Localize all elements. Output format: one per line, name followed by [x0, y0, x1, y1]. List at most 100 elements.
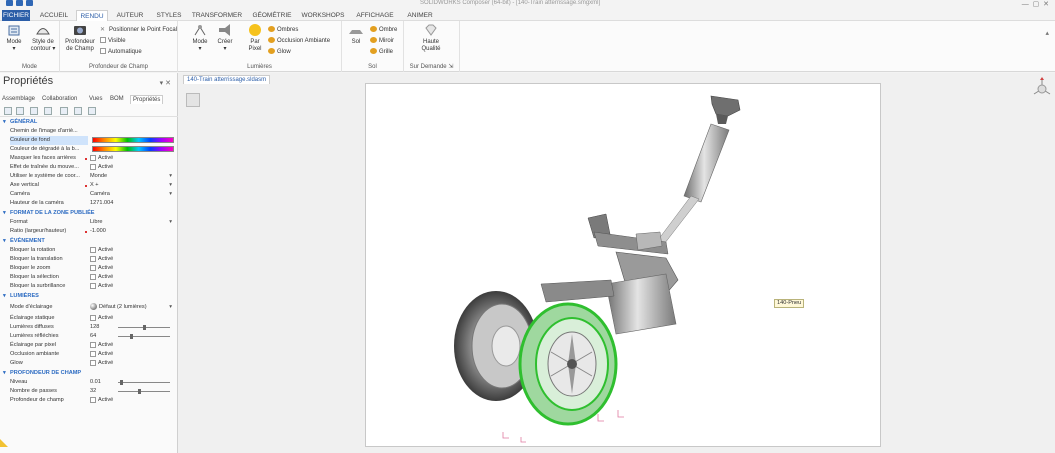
- edit-icon[interactable]: [74, 107, 82, 115]
- property-value[interactable]: 128: [90, 323, 99, 332]
- property-checkbox[interactable]: Activé: [90, 255, 113, 264]
- slider-knob[interactable]: [142, 325, 146, 330]
- property-checkbox[interactable]: Activé: [90, 246, 113, 255]
- dialog-launcher-icon[interactable]: ⇲: [448, 64, 453, 70]
- panel-pin-close-icon[interactable]: ▾ ✕: [160, 79, 171, 87]
- property-checkbox[interactable]: Activé: [90, 163, 113, 172]
- property-row[interactable]: Niveau 0.01: [0, 378, 178, 387]
- tab-styles[interactable]: STYLES: [152, 10, 186, 21]
- dropdown-arrow-icon[interactable]: ▾: [169, 172, 172, 181]
- tab-rendu[interactable]: RENDU: [76, 10, 108, 21]
- tab-animer[interactable]: ANIMER: [402, 10, 438, 21]
- mode-button[interactable]: Mode ▾: [4, 23, 24, 53]
- options-icon[interactable]: [44, 107, 52, 115]
- property-value[interactable]: 1271.004: [90, 199, 113, 208]
- property-row[interactable]: Bloquer la surbrillance Activé: [0, 282, 178, 291]
- section-profondeur[interactable]: ▾ PROFONDEUR DE CHAMP: [0, 369, 178, 378]
- property-value[interactable]: Monde: [90, 172, 107, 181]
- property-row[interactable]: Caméra Caméra ▾: [0, 190, 178, 199]
- part-callout-label[interactable]: 140-Pneu: [774, 299, 805, 308]
- redo-icon[interactable]: [26, 0, 33, 6]
- slider-knob[interactable]: [137, 389, 141, 394]
- property-value-wrap[interactable]: Défaut (2 lumières): [90, 301, 147, 313]
- property-checkbox[interactable]: Activé: [90, 273, 113, 282]
- undo-icon[interactable]: [16, 0, 23, 6]
- section-evenement[interactable]: ▾ ÉVÉNEMENT: [0, 237, 178, 246]
- property-row[interactable]: Bloquer la sélection Activé: [0, 273, 178, 282]
- sort-icon[interactable]: [16, 107, 24, 115]
- tab-workshops[interactable]: WORKSHOPS: [300, 10, 346, 21]
- slider-track[interactable]: [118, 325, 170, 330]
- visible-checkbox[interactable]: Visible: [100, 37, 126, 45]
- categorized-icon[interactable]: [4, 107, 12, 115]
- property-row[interactable]: Ratio (largeur/hauteur) -1.000: [0, 227, 178, 236]
- section-general[interactable]: ▾ GÉNÉRAL: [0, 118, 178, 127]
- glow-button[interactable]: Glow: [268, 48, 291, 56]
- dropdown-arrow-icon[interactable]: ▾: [169, 301, 172, 313]
- ombres-button[interactable]: Ombres: [268, 26, 298, 34]
- miroir-button[interactable]: Miroir: [370, 37, 394, 45]
- gradient-color-swatch[interactable]: [92, 146, 174, 152]
- property-value[interactable]: Libre: [90, 218, 102, 227]
- tab-collaboration[interactable]: Collaboration: [42, 95, 77, 104]
- property-checkbox[interactable]: Activé: [90, 282, 113, 291]
- property-row[interactable]: Utiliser le système de coor... Monde ▾: [0, 172, 178, 181]
- tab-transformer[interactable]: TRANSFORMER: [190, 10, 244, 21]
- section-format[interactable]: ▾ FORMAT DE LA ZONE PUBLIÉE: [0, 209, 178, 218]
- dof-button[interactable]: Profondeur de Champ: [62, 23, 98, 53]
- tab-affichage[interactable]: AFFICHAGE: [352, 10, 398, 21]
- property-checkbox[interactable]: Activé: [90, 396, 113, 405]
- tab-proprietes[interactable]: Propriétés: [130, 95, 164, 104]
- window-controls[interactable]: — ▢ ✕: [1022, 0, 1049, 8]
- sol-button[interactable]: Sol: [346, 23, 366, 46]
- tab-vues[interactable]: Vues: [89, 95, 102, 104]
- quick-access-toolbar[interactable]: [6, 0, 46, 8]
- property-value[interactable]: 32: [90, 387, 96, 396]
- property-value[interactable]: 0.01: [90, 378, 101, 387]
- top-bracket[interactable]: [710, 95, 741, 124]
- property-row[interactable]: Bloquer le zoom Activé: [0, 264, 178, 273]
- position-focal-button[interactable]: ✕ Positionner le Point Focal: [100, 26, 177, 34]
- property-checkbox[interactable]: Activé: [90, 341, 113, 350]
- property-row[interactable]: Occlusion ambiante Activé: [0, 350, 178, 359]
- section-lumieres[interactable]: ▾ LUMIÈRES: [0, 292, 178, 301]
- tab-bom[interactable]: BOM: [110, 95, 124, 104]
- property-row[interactable]: Hauteur de la caméra 1271.004: [0, 199, 178, 208]
- view-toolbar-icon[interactable]: [186, 93, 200, 107]
- ribbon-collapse-icon[interactable]: ▴: [1045, 29, 1049, 37]
- property-row[interactable]: Lumières réfléchies 64: [0, 332, 178, 341]
- tab-accueil[interactable]: ACCUEIL: [36, 10, 72, 21]
- tab-assemblage[interactable]: Assemblage: [2, 95, 35, 104]
- tab-fichier[interactable]: FICHIER: [2, 10, 30, 21]
- property-row[interactable]: Éclairage statique Activé: [0, 314, 178, 323]
- property-row[interactable]: Effet de traînée du mouve... Activé: [0, 163, 178, 172]
- reset-icon[interactable]: [88, 107, 96, 115]
- background-color-swatch[interactable]: [92, 137, 174, 143]
- resize-grip-icon[interactable]: [0, 439, 8, 447]
- property-value[interactable]: Caméra: [90, 190, 110, 199]
- property-checkbox[interactable]: Activé: [90, 350, 113, 359]
- slider-track[interactable]: [118, 334, 170, 339]
- tab-auteur[interactable]: AUTEUR: [112, 10, 148, 21]
- property-row[interactable]: Nombre de passes 32: [0, 387, 178, 396]
- light-mode-button[interactable]: Mode ▾: [190, 23, 210, 53]
- front-wheel-selected[interactable]: [518, 302, 618, 426]
- haute-qualite-button[interactable]: Haute Qualité: [416, 23, 446, 53]
- property-value[interactable]: 64: [90, 332, 96, 341]
- dropdown-arrow-icon[interactable]: ▾: [169, 218, 172, 227]
- property-row[interactable]: Format Libre ▾: [0, 218, 178, 227]
- dropdown-arrow-icon[interactable]: ▾: [169, 190, 172, 199]
- property-checkbox[interactable]: Activé: [90, 154, 113, 163]
- property-row[interactable]: Mode d'éclairage Défaut (2 lumières) ▾: [0, 301, 178, 313]
- tab-geometrie[interactable]: GÉOMÉTRIE: [250, 10, 294, 21]
- property-row[interactable]: Bloquer la rotation Activé: [0, 246, 178, 255]
- actuator-cylinder[interactable]: [651, 123, 730, 253]
- grille-button[interactable]: Grille: [370, 48, 393, 56]
- 3d-canvas[interactable]: 140-Pneu: [365, 83, 881, 447]
- slider-track[interactable]: [118, 389, 170, 394]
- property-value[interactable]: X +: [90, 181, 99, 190]
- slider-knob[interactable]: [130, 334, 134, 339]
- style-contour-button[interactable]: Style de contour ▾: [28, 23, 58, 53]
- property-row[interactable]: Glow Activé: [0, 359, 178, 368]
- property-checkbox[interactable]: Activé: [90, 359, 113, 368]
